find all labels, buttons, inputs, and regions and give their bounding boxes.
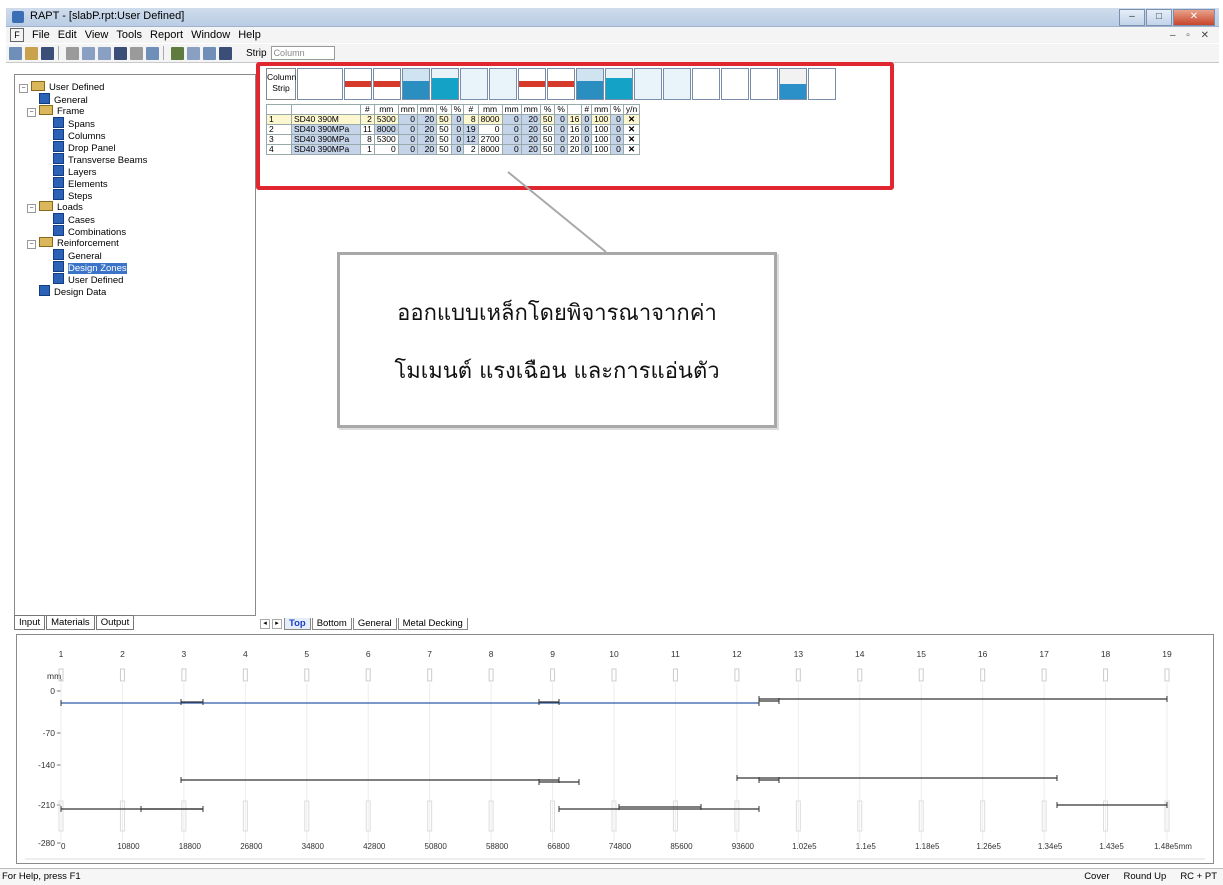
span-label: 9 [550,649,555,659]
tab-prev-icon[interactable]: ◂ [260,619,270,629]
tab-general[interactable]: General [352,618,397,630]
span-label: 6 [366,649,371,659]
column-marker [427,668,433,682]
tab-top[interactable]: Top [284,618,311,630]
x-label: 34800 [302,842,325,851]
column-marker [304,668,310,682]
annotation-callout: ออกแบบเหล็กโดยพิจารณาจากค่า โมเมนต์ แรงเ… [337,252,777,428]
span-label: 5 [304,649,309,659]
span-label: 12 [732,649,742,659]
column-marker [1041,668,1047,682]
status-cover: Cover [1084,871,1110,882]
sheet-tabs: ◂ ▸ Top Bottom General Metal Decking [260,618,469,630]
x-label: 1.1e5 [856,842,877,851]
column-marker [119,668,125,682]
span-label: 10 [609,649,619,659]
column-marker [672,668,678,682]
x-label: 42800 [363,842,386,851]
tab-next-icon[interactable]: ▸ [272,619,282,629]
status-mode: RC + PT [1180,871,1217,882]
x-label: 26800 [240,842,263,851]
column-marker [734,668,740,682]
column-marker [1103,668,1109,682]
y-label: 0 [50,686,55,696]
span-label: 4 [243,649,248,659]
tab-metal-decking[interactable]: Metal Decking [397,618,468,630]
x-label: 1.02e5 [792,842,817,851]
column-marker [365,668,371,682]
x-label: 58800 [486,842,509,851]
span-label: 18 [1101,649,1111,659]
y-label: -140 [38,760,55,770]
x-label: 10800 [117,842,140,851]
span-label: 17 [1039,649,1049,659]
callout-line-1: ออกแบบเหล็กโดยพิจารณาจากค่า [397,301,717,326]
app-window: RAPT - [slabP.rpt:User Defined] – □ ✕ F … [0,0,1223,885]
span-label: 15 [916,649,926,659]
y-label: -70 [43,728,56,738]
diagram-canvas: 1 2 3 4 5 6 7 8 9 10 11 12 13 14 15 16 17 18 19mm0-70-140-… [25,649,1205,860]
x-label: 66800 [547,842,570,851]
x-label: 1.43e5 [1099,842,1124,851]
column-marker [795,668,801,682]
span-label: 8 [489,649,494,659]
span-label: 16 [978,649,988,659]
span-label: 2 [120,649,125,659]
column-marker [918,668,924,682]
x-label: 85600 [670,842,693,851]
status-bar: For Help, press F1 Cover Round Up RC + P… [0,868,1223,885]
reinforcement-diagram: 1 2 3 4 5 6 7 8 9 10 11 12 13 14 15 16 17 18 19 mm 0 -70 -140-… [16,634,1214,864]
span-label: 19 [1162,649,1172,659]
column-marker [550,668,556,682]
tab-bottom[interactable]: Bottom [311,618,352,630]
x-label: 18800 [179,842,202,851]
span-label: 7 [427,649,432,659]
x-label: 1.48e5mm [1154,842,1192,851]
span-label: 13 [794,649,804,659]
x-label: 50800 [425,842,448,851]
span-label: 1 [59,649,64,659]
span-label: 3 [182,649,187,659]
column-marker [242,668,248,682]
span-label: 11 [671,649,680,659]
x-label: 1.34e5 [1038,842,1063,851]
status-help: For Help, press F1 [2,871,81,882]
x-label: 93600 [732,842,755,851]
status-round: Round Up [1123,871,1167,882]
x-label: 0 [61,842,66,851]
x-label: 1.18e5 [915,842,940,851]
column-marker [181,668,187,682]
y-label: -280 [38,838,55,848]
y-label: -210 [38,800,55,810]
callout-line-2: โมเมนต์ แรงเฉือน และการแอ่นตัว [394,359,720,384]
x-label: 1.26e5 [976,842,1001,851]
column-marker [857,668,863,682]
column-marker [611,668,617,682]
column-marker [1164,668,1170,682]
span-label: 14 [855,649,865,659]
column-marker [980,668,986,682]
x-label: 74800 [609,842,632,851]
column-marker [488,668,494,682]
